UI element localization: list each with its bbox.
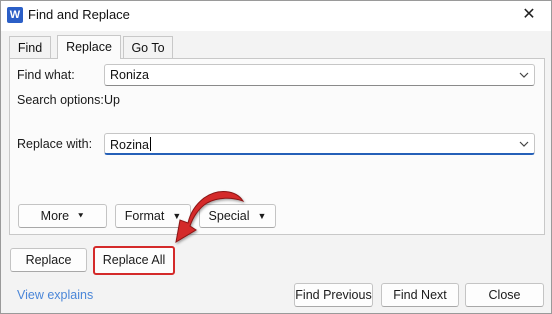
find-what-input[interactable]: Roniza [104, 64, 535, 86]
replace-with-label: Replace with: [17, 137, 93, 151]
special-dropdown-icon: ▼ [257, 211, 267, 221]
close-icon[interactable]: ✕ [517, 4, 541, 26]
word-app-icon: W [7, 7, 23, 23]
replace-all-button[interactable]: Replace All [93, 246, 175, 275]
chevron-down-icon[interactable] [516, 136, 532, 152]
tab-goto[interactable]: Go To [123, 36, 173, 58]
replace-with-input[interactable]: Rozina [104, 133, 535, 155]
replace-with-value: Rozina [110, 138, 149, 152]
format-button-label: Format [124, 209, 165, 223]
find-previous-button[interactable]: Find Previous [294, 283, 373, 307]
more-button[interactable]: More ⯆ [18, 204, 107, 228]
close-button[interactable]: Close [465, 283, 544, 307]
find-what-value: Roniza [110, 68, 149, 82]
tab-find[interactable]: Find [9, 36, 51, 58]
window-title: Find and Replace [28, 7, 130, 22]
chevron-down-icon[interactable] [516, 67, 532, 83]
replace-button[interactable]: Replace [10, 248, 87, 272]
more-button-label: More [40, 209, 70, 223]
special-button[interactable]: Special ▼ [199, 204, 276, 228]
title-bar: W Find and Replace ✕ [1, 1, 551, 31]
more-chevron-icon: ⯆ [77, 211, 85, 221]
text-caret [149, 137, 151, 151]
special-button-label: Special [208, 209, 250, 223]
view-explains-link[interactable]: View explains [17, 288, 93, 302]
format-button[interactable]: Format ▼ [115, 204, 191, 228]
search-options-label: Search options: [17, 93, 104, 107]
tab-replace[interactable]: Replace [57, 35, 121, 59]
find-replace-dialog: W Find and Replace ✕ Find Replace Go To … [0, 0, 552, 314]
find-what-label: Find what: [17, 68, 75, 82]
format-dropdown-icon: ▼ [172, 211, 182, 221]
search-options-value: Up [104, 93, 120, 107]
find-next-button[interactable]: Find Next [381, 283, 459, 307]
